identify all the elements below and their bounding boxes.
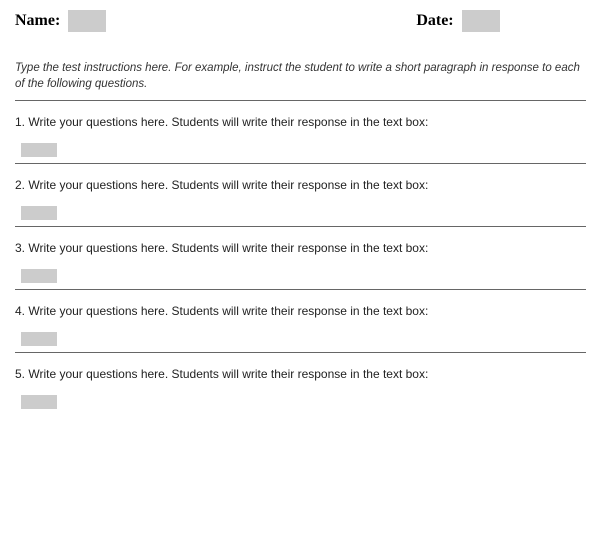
name-input[interactable] bbox=[68, 10, 106, 32]
question-prompt: 4. Write your questions here. Students w… bbox=[15, 304, 586, 318]
date-label: Date: bbox=[416, 12, 453, 30]
answer-input[interactable] bbox=[21, 332, 57, 346]
question-prompt: 5. Write your questions here. Students w… bbox=[15, 367, 586, 381]
question-prompt: 3. Write your questions here. Students w… bbox=[15, 241, 586, 255]
answer-input[interactable] bbox=[21, 395, 57, 409]
header-row: Name: Date: bbox=[15, 10, 586, 32]
date-input[interactable] bbox=[462, 10, 500, 32]
question-block: 1. Write your questions here. Students w… bbox=[15, 101, 586, 164]
question-block: 3. Write your questions here. Students w… bbox=[15, 227, 586, 290]
question-block: 4. Write your questions here. Students w… bbox=[15, 290, 586, 353]
answer-input[interactable] bbox=[21, 143, 57, 157]
name-label: Name: bbox=[15, 12, 60, 30]
question-block: 5. Write your questions here. Students w… bbox=[15, 353, 586, 409]
answer-input[interactable] bbox=[21, 269, 57, 283]
question-block: 2. Write your questions here. Students w… bbox=[15, 164, 586, 227]
question-prompt: 1. Write your questions here. Students w… bbox=[15, 115, 586, 129]
answer-input[interactable] bbox=[21, 206, 57, 220]
test-instructions: Type the test instructions here. For exa… bbox=[15, 60, 586, 92]
question-prompt: 2. Write your questions here. Students w… bbox=[15, 178, 586, 192]
date-group: Date: bbox=[416, 10, 499, 32]
name-group: Name: bbox=[15, 10, 106, 32]
